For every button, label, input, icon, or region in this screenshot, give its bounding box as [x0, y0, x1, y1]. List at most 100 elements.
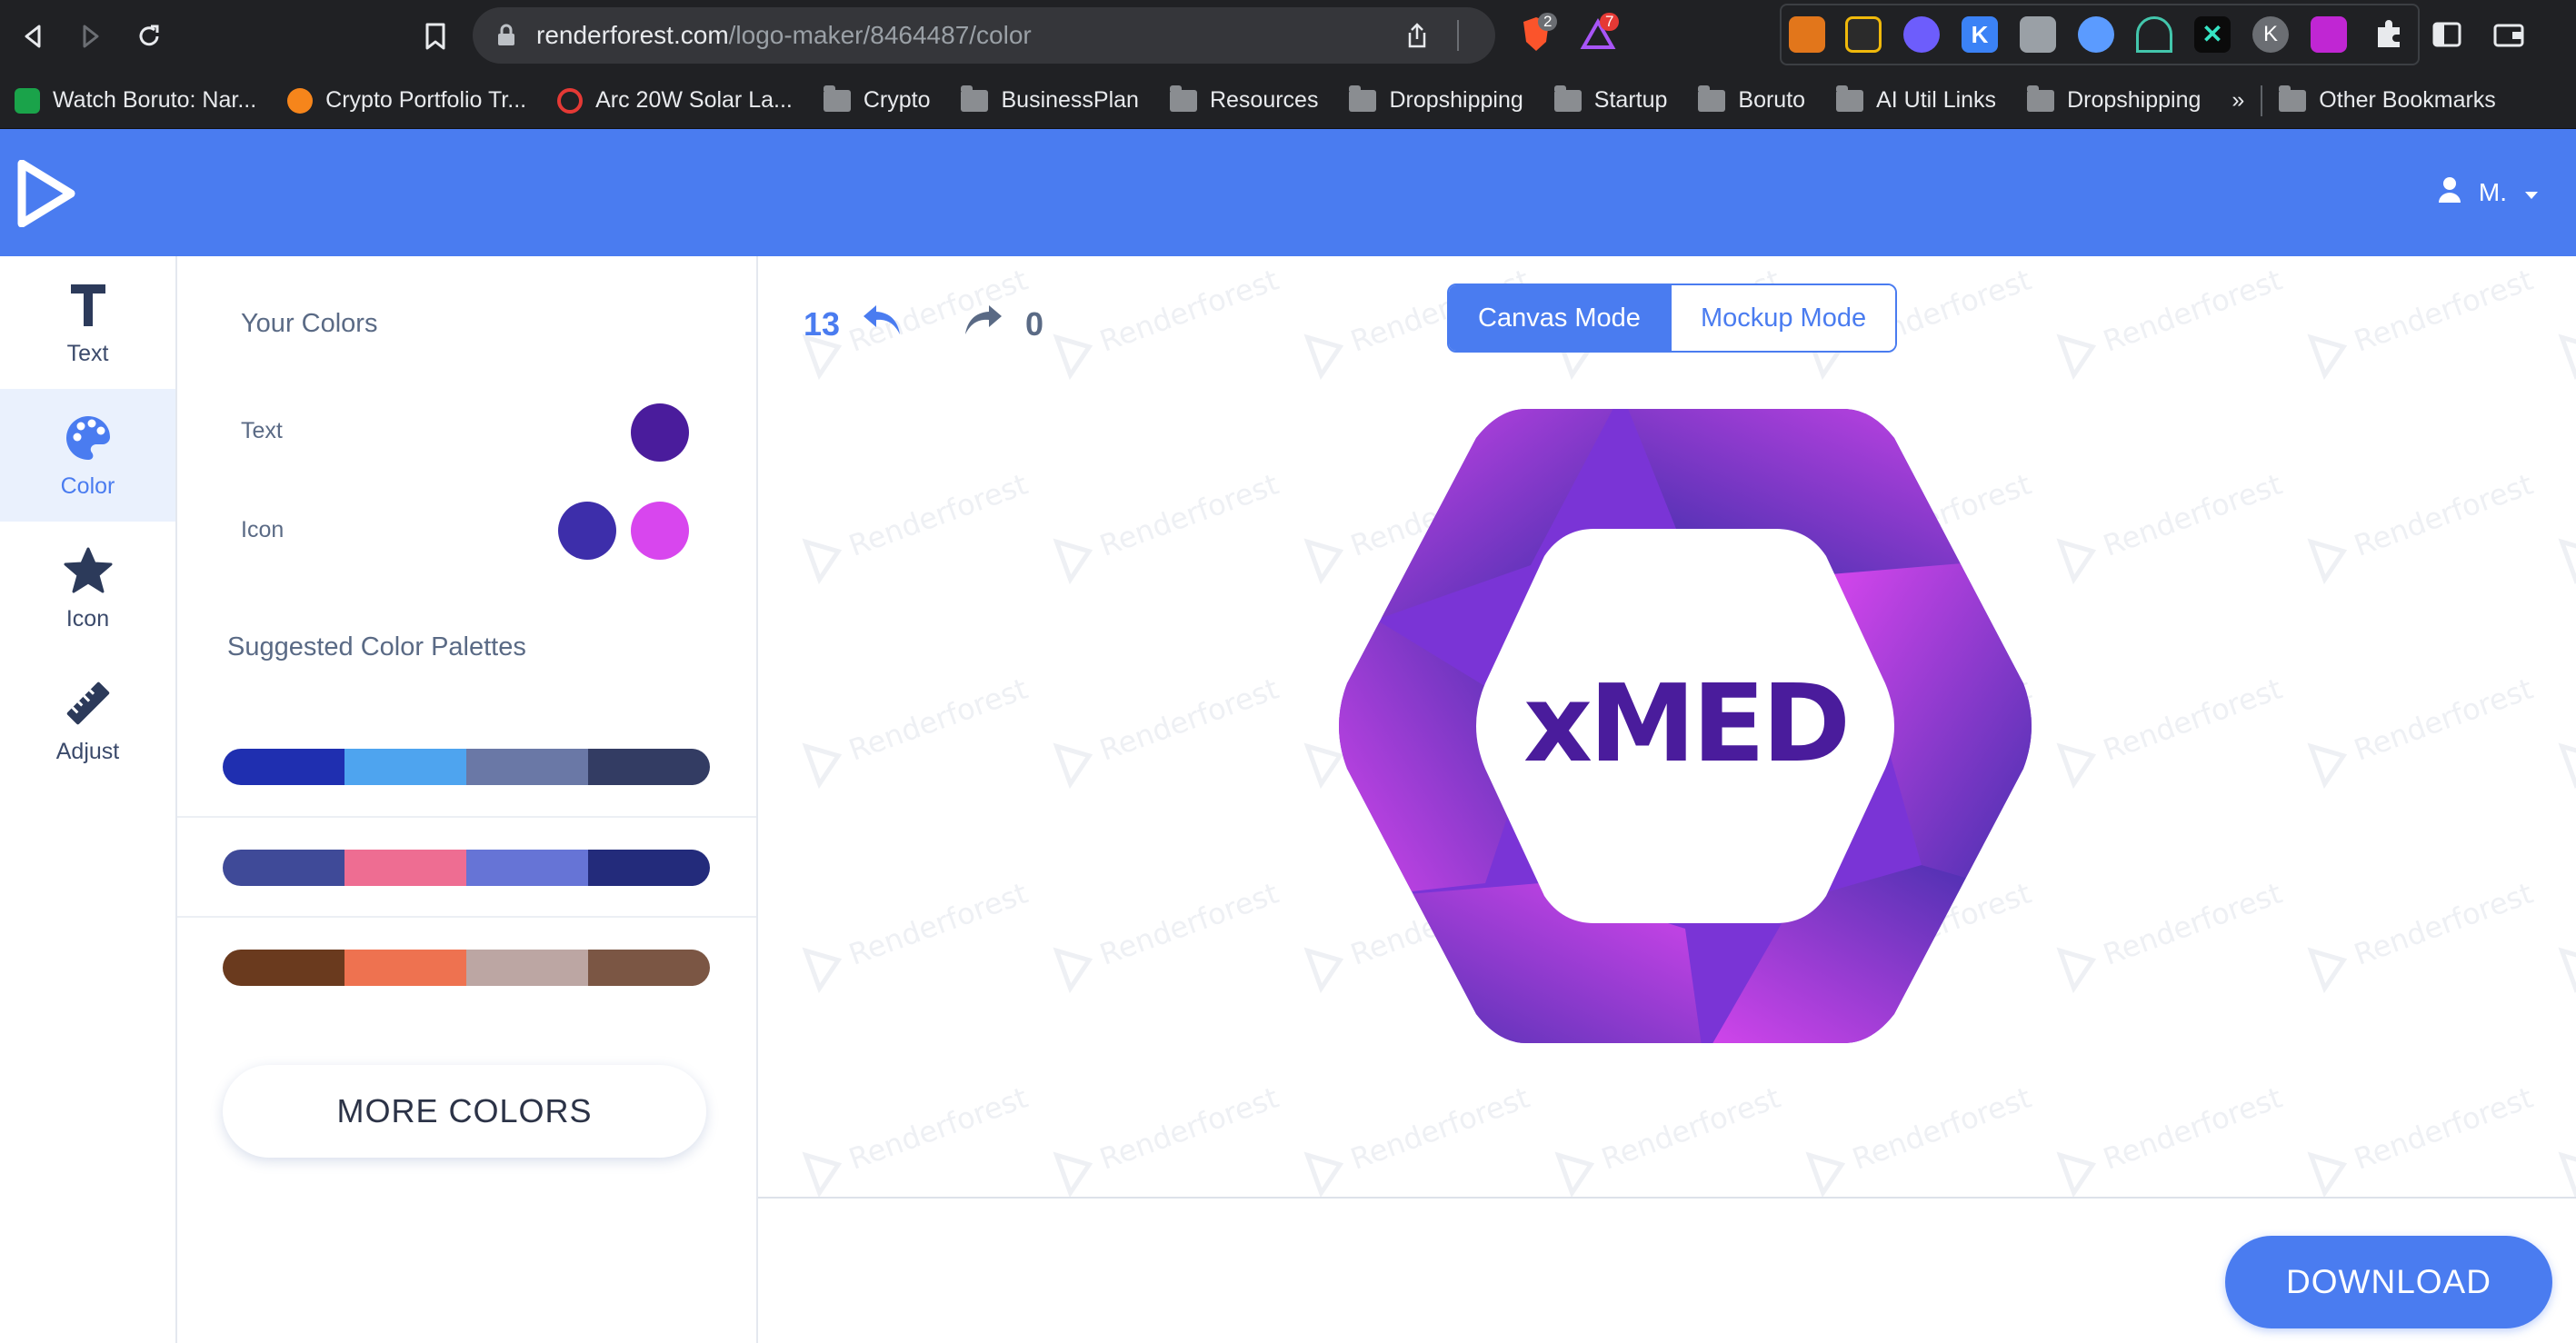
brave-rewards-icon[interactable]: 7	[1580, 13, 1620, 56]
watermark-tile: Renderforest	[2307, 467, 2538, 585]
palette-option[interactable]	[223, 749, 710, 785]
k-profile-icon[interactable]: K	[2252, 16, 2289, 53]
bookmark-item[interactable]: Arc 20W Solar La...	[557, 87, 793, 114]
folder-icon	[1349, 85, 1377, 112]
palette-option[interactable]	[223, 950, 710, 986]
arc-icon[interactable]	[2136, 16, 2172, 53]
renderforest-logo[interactable]	[16, 159, 76, 232]
bookmark-label: Startup	[1593, 87, 1668, 113]
chevron-down-icon	[2523, 178, 2540, 207]
text-color-swatch[interactable]	[631, 403, 689, 462]
tool-icon[interactable]: Icon	[0, 522, 175, 654]
bookmark-label: Crypto	[863, 87, 931, 113]
folder-icon	[1698, 85, 1726, 112]
watermark-text: Renderforest	[844, 672, 1033, 768]
orbit-icon[interactable]	[2078, 16, 2114, 53]
tool-adjust[interactable]: Adjust	[0, 654, 175, 787]
palette-color	[466, 950, 588, 986]
watermark-text: Renderforest	[2350, 467, 2538, 563]
watermark-tile: Renderforest	[2307, 263, 2538, 381]
bookmark-label: Arc 20W Solar La...	[595, 87, 793, 113]
puzzle-icon[interactable]	[2371, 16, 2407, 53]
watermark-tile: Renderforest	[802, 672, 1033, 790]
tool-color[interactable]: Color	[0, 389, 175, 522]
tool-label: Icon	[65, 605, 110, 632]
share-icon[interactable]	[1404, 22, 1430, 54]
logo-text: xMED	[1523, 661, 1847, 786]
binance-icon[interactable]	[1845, 16, 1882, 53]
canvas-mode-button[interactable]: Canvas Mode	[1449, 285, 1670, 351]
palette-divider	[177, 816, 756, 818]
bookmark-page-icon[interactable]	[414, 15, 457, 58]
other-bookmarks-folder[interactable]: Other Bookmarks	[2279, 85, 2496, 114]
mode-toggle: Canvas Mode Mockup Mode	[1447, 284, 1898, 353]
bookmark-folder[interactable]: Startup	[1553, 85, 1668, 114]
watermark-tile: Renderforest	[2056, 467, 2287, 585]
palette-color	[223, 850, 344, 886]
url-host: renderforest.com	[536, 21, 729, 49]
download-button[interactable]: DOWNLOAD	[2225, 1236, 2552, 1328]
address-bar[interactable]: renderforest.com/logo-maker/8464487/colo…	[473, 7, 1495, 64]
metamask-icon[interactable]	[1789, 16, 1825, 53]
undo-count: 13	[804, 304, 841, 343]
logo-preview[interactable]: xMED	[1322, 393, 2049, 1064]
watermark-text: Renderforest	[2099, 1080, 2287, 1177]
watermark-text: Renderforest	[1346, 1080, 1534, 1177]
icon-color-swatch-2[interactable]	[631, 502, 689, 560]
rewards-badge: 7	[1600, 13, 1620, 31]
watermark-text: Renderforest	[2350, 1080, 2538, 1177]
hand-icon[interactable]	[2020, 16, 2056, 53]
watermark-text: Renderforest	[1095, 467, 1283, 563]
bookmark-folder[interactable]: AI Util Links	[1836, 85, 1996, 114]
chart-extension-icon[interactable]	[2311, 16, 2347, 53]
bookmark-folder[interactable]: Dropshipping	[1349, 85, 1523, 114]
more-colors-button[interactable]: MORE COLORS	[223, 1065, 706, 1158]
forward-icon[interactable]	[69, 15, 113, 58]
bookmark-label: Dropshipping	[2067, 87, 2202, 113]
palette-option[interactable]	[223, 850, 710, 886]
bookmark-folder[interactable]: Dropshipping	[2027, 85, 2202, 114]
bookmarks-bar: Watch Boruto: Nar... Crypto Portfolio Tr…	[0, 73, 2576, 129]
bookmark-folder[interactable]: BusinessPlan	[961, 85, 1139, 114]
undo-icon[interactable]	[860, 302, 905, 346]
watermark-tile: Renderforest	[2558, 333, 2576, 381]
bookmark-label: Dropshipping	[1389, 87, 1523, 113]
redo-icon[interactable]	[960, 302, 1005, 346]
app-header: M.	[0, 129, 2576, 256]
watermark-tile: Renderforest	[2307, 1080, 2538, 1197]
x-extension-icon[interactable]: ✕	[2194, 16, 2231, 53]
bookmark-folder[interactable]: Crypto	[823, 85, 931, 114]
bookmark-folder[interactable]: Resources	[1169, 85, 1318, 114]
back-icon[interactable]	[11, 15, 55, 58]
watermark-tile: Renderforest	[2056, 876, 2287, 994]
ghost-icon[interactable]	[1903, 16, 1940, 53]
watermark-tile: Renderforest	[802, 467, 1033, 585]
bookmark-label: Other Bookmarks	[2319, 87, 2496, 113]
palette-color	[344, 850, 466, 886]
star-icon	[64, 544, 113, 597]
wallet-icon[interactable]	[2491, 16, 2527, 53]
palette-divider	[177, 916, 756, 918]
bookmark-item[interactable]: Crypto Portfolio Tr...	[287, 87, 526, 114]
bookmark-folder[interactable]: Boruto	[1698, 85, 1805, 114]
history-controls: 13 0	[804, 302, 1043, 346]
watermark-tile: Renderforest	[802, 876, 1033, 994]
tool-text[interactable]: Text	[0, 256, 175, 389]
icon-color-label: Icon	[241, 517, 285, 542]
watermark-text: Renderforest	[2099, 263, 2287, 359]
text-t-icon	[69, 279, 107, 332]
icon-color-swatch-1[interactable]	[558, 502, 616, 560]
watermark-tile: Renderforest	[2056, 263, 2287, 381]
k-extension-icon[interactable]: K	[1962, 16, 1998, 53]
bookmark-item[interactable]: Watch Boruto: Nar...	[15, 87, 256, 114]
canvas-area: Renderforest Renderforest Renderforest Rend…	[758, 256, 2576, 1343]
brave-shield-icon[interactable]: 2	[1518, 13, 1558, 55]
mockup-mode-button[interactable]: Mockup Mode	[1669, 285, 1896, 351]
reload-icon[interactable]	[127, 15, 171, 58]
tool-label: Text	[66, 340, 109, 366]
watermark-tile: Renderforest	[1053, 263, 1283, 381]
watermark-text: Renderforest	[2350, 876, 2538, 972]
user-menu[interactable]: M.	[2437, 129, 2540, 256]
sidebar-toggle-icon[interactable]	[2429, 16, 2465, 53]
more-bookmarks-chevron[interactable]: »	[2232, 87, 2244, 114]
